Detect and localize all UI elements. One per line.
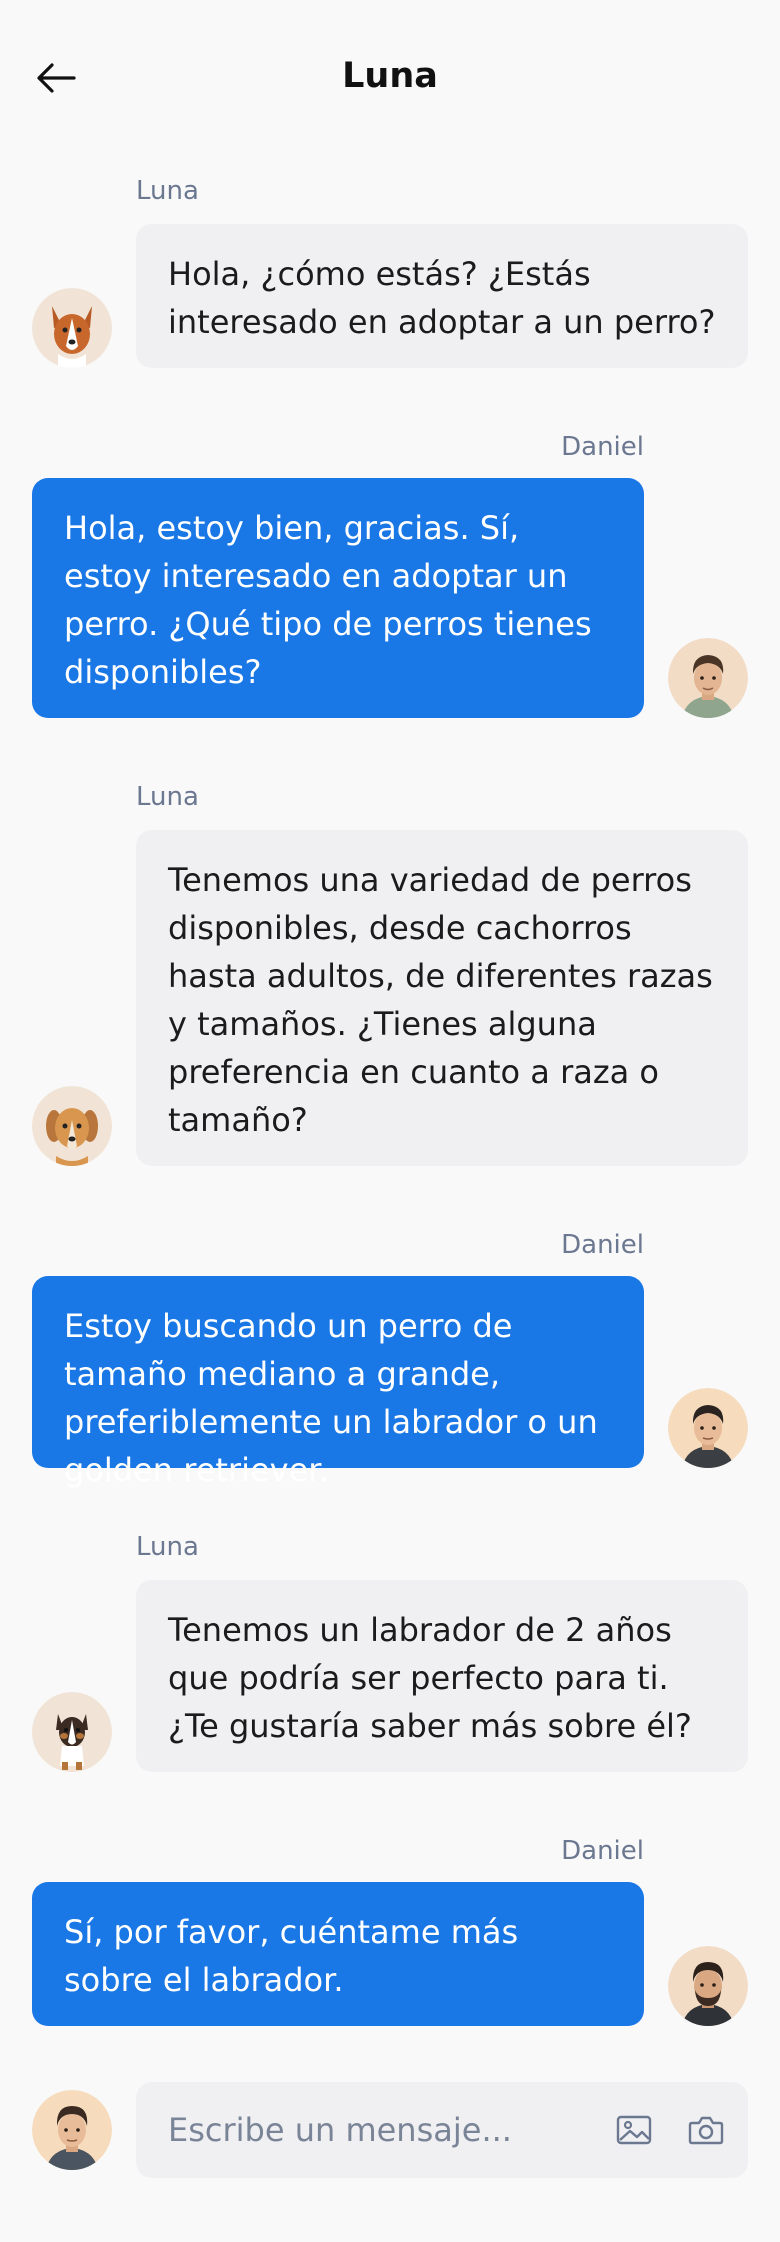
- sender-name: Luna: [136, 176, 199, 206]
- sender-name: Luna: [136, 782, 199, 812]
- camera-button[interactable]: [682, 2106, 730, 2154]
- dog-avatar[interactable]: [32, 1086, 112, 1166]
- image-icon: [616, 2115, 652, 2145]
- sender-name: Daniel: [561, 1836, 644, 1866]
- dog-avatar[interactable]: [32, 1692, 112, 1772]
- user-avatar[interactable]: [668, 1388, 748, 1468]
- message-composer: [136, 2082, 748, 2178]
- message-bubble-outgoing[interactable]: Estoy buscando un perro de tamaño median…: [32, 1276, 644, 1489]
- sender-name: Daniel: [561, 1230, 644, 1260]
- camera-icon: [688, 2116, 724, 2145]
- message-bubble-outgoing[interactable]: Sí, por favor, cuéntame más sobre el lab…: [32, 1882, 644, 2026]
- message-bubble-incoming[interactable]: Tenemos un labrador de 2 años que podría…: [136, 1580, 748, 1772]
- sender-name: Luna: [136, 1532, 199, 1562]
- message-bubble-incoming[interactable]: Tenemos una variedad de perros disponibl…: [136, 830, 748, 1166]
- user-avatar[interactable]: [668, 638, 748, 718]
- message-bubble-incoming[interactable]: Hola, ¿cómo estás? ¿Estás interesado en …: [136, 224, 748, 368]
- attach-image-button[interactable]: [610, 2106, 658, 2154]
- chat-header: Luna: [0, 0, 780, 160]
- sender-name: Daniel: [561, 432, 644, 462]
- user-avatar[interactable]: [668, 1946, 748, 2026]
- chat-screen: Luna Luna Hola, ¿cómo estás? ¿Estás inte…: [0, 0, 780, 2242]
- dog-avatar[interactable]: [32, 288, 112, 368]
- message-input[interactable]: [168, 2106, 588, 2154]
- current-user-avatar[interactable]: [32, 2090, 112, 2170]
- page-title: Luna: [342, 56, 438, 96]
- message-bubble-outgoing[interactable]: Hola, estoy bien, gracias. Sí, estoy int…: [32, 478, 644, 718]
